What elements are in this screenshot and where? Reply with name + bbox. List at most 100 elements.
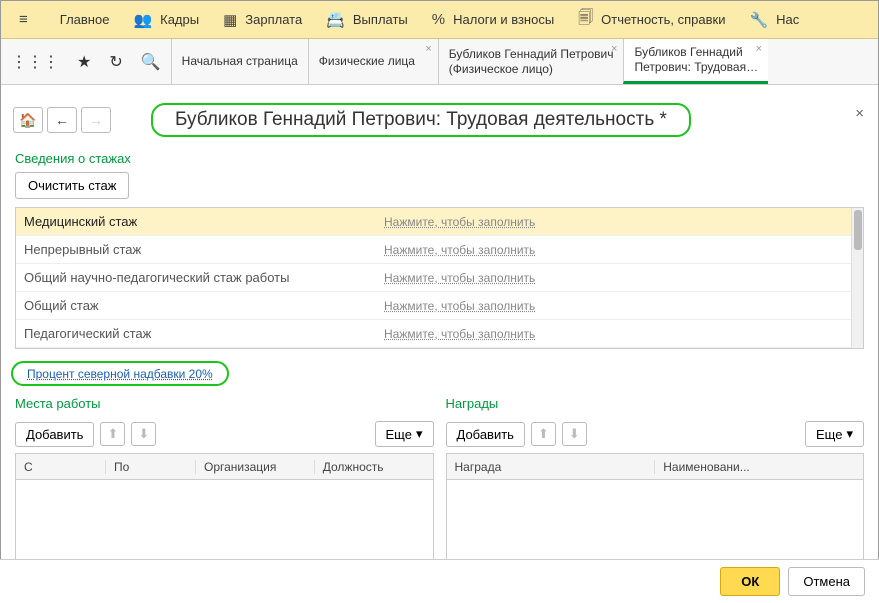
page-title: Бубликов Геннадий Петрович: Трудовая дея… [175, 109, 667, 130]
seniority-row[interactable]: Педагогический стаж Нажмите, чтобы запол… [16, 320, 863, 348]
back-button[interactable]: ← [47, 107, 77, 133]
menu-hr-label: Кадры [160, 12, 199, 27]
ok-button[interactable]: ОК [720, 567, 780, 596]
chevron-down-icon: ▾ [846, 426, 853, 442]
col-to[interactable]: По [106, 460, 196, 474]
seniority-name: Общий научно-педагогический стаж работы [16, 270, 376, 285]
page-title-highlight: Бубликов Геннадий Петрович: Трудовая дея… [151, 103, 691, 137]
seniority-row[interactable]: Общий стаж Нажмите, чтобы заполнить [16, 292, 863, 320]
northern-allowance-link[interactable]: Процент северной надбавки 20% [27, 367, 213, 381]
seniority-name: Непрерывный стаж [16, 242, 376, 257]
menu-main-label: Главное [60, 12, 110, 27]
menu-reports[interactable]: 🗐 Отчетность, справки [566, 1, 737, 39]
close-icon[interactable]: × [425, 43, 431, 55]
seniority-row[interactable]: Медицинский стаж Нажмите, чтобы заполнит… [16, 208, 863, 236]
close-icon[interactable]: × [756, 43, 762, 55]
percent-icon: % [432, 11, 445, 28]
more-label: Еще [816, 427, 842, 442]
close-icon[interactable]: × [611, 43, 617, 55]
seniority-name: Медицинский стаж [16, 214, 376, 229]
tab-sublabel: Петрович: Трудовая… [634, 60, 758, 75]
workplaces-grid[interactable]: С По Организация Должность [15, 453, 434, 563]
move-up-button[interactable]: ⬆ [531, 422, 556, 446]
move-down-button[interactable]: ⬇ [131, 422, 156, 446]
dialog-footer: ОК Отмена [0, 559, 879, 603]
forward-button[interactable]: → [81, 107, 111, 133]
tab-work-activity[interactable]: Бубликов Геннадий Петрович: Трудовая… × [623, 39, 768, 84]
menu-payments[interactable]: 📇 Выплаты [314, 1, 420, 39]
seniority-fill-link[interactable]: Нажмите, чтобы заполнить [376, 243, 863, 257]
tab-label: Физические лица [319, 54, 428, 69]
seniority-row[interactable]: Непрерывный стаж Нажмите, чтобы заполнит… [16, 236, 863, 264]
awards-column: Награды Добавить ⬆ ⬇ Еще ▾ Награда Наиме… [446, 392, 865, 575]
awards-toolbar: Добавить ⬆ ⬇ Еще ▾ [446, 421, 865, 447]
more-button[interactable]: Еще ▾ [375, 421, 434, 447]
tabs-row: ⋮⋮⋮ ★ ↻ 🔍 Начальная страница Физические … [1, 39, 878, 85]
menu-settings[interactable]: 🔧Нас [737, 1, 811, 39]
star-icon[interactable]: ★ [73, 48, 95, 76]
seniority-section-label: Сведения о стажах [1, 147, 878, 172]
tab-person-card[interactable]: Бубликов Геннадий Петрович (Физическое л… [438, 39, 624, 84]
col-from[interactable]: С [16, 460, 106, 474]
menu-reports-label: Отчетность, справки [601, 12, 725, 27]
apps-icon[interactable]: ⋮⋮⋮ [7, 48, 63, 76]
col-position[interactable]: Должность [315, 460, 433, 474]
menu-toggle[interactable]: ≡ [7, 1, 48, 39]
page-header: 🏠 ← → Бубликов Геннадий Петрович: Трудов… [1, 85, 878, 147]
add-award-button[interactable]: Добавить [446, 422, 525, 447]
home-button[interactable]: 🏠 [13, 107, 43, 133]
tab-label: Бубликов Геннадий Петрович [449, 47, 614, 62]
chevron-down-icon: ▾ [416, 426, 423, 442]
wallet-icon: 📇 [326, 11, 345, 29]
tabs-tools: ⋮⋮⋮ ★ ↻ 🔍 [1, 39, 171, 84]
menu-salary-label: Зарплата [245, 12, 302, 27]
hamburger-icon: ≡ [19, 11, 28, 28]
menu-taxes[interactable]: % Налоги и взносы [420, 1, 566, 39]
table-icon: ▦ [223, 11, 237, 29]
document-icon: 🗐 [578, 7, 593, 32]
workplaces-column: Места работы Добавить ⬆ ⬇ Еще ▾ С По Орг… [15, 392, 434, 575]
awards-grid[interactable]: Награда Наименовани... [446, 453, 865, 563]
workplaces-label: Места работы [15, 392, 434, 417]
awards-label: Награды [446, 392, 865, 417]
northern-allowance-wrap: Процент северной надбавки 20% [11, 361, 868, 386]
menu-payments-label: Выплаты [353, 12, 408, 27]
history-icon[interactable]: ↻ [105, 48, 126, 76]
move-up-button[interactable]: ⬆ [100, 422, 125, 446]
seniority-fill-link[interactable]: Нажмите, чтобы заполнить [376, 215, 863, 229]
seniority-fill-link[interactable]: Нажмите, чтобы заполнить [376, 299, 863, 313]
vertical-scrollbar[interactable] [851, 208, 863, 348]
tab-label: Начальная страница [182, 54, 298, 69]
more-label: Еще [386, 427, 412, 442]
add-workplace-button[interactable]: Добавить [15, 422, 94, 447]
move-down-button[interactable]: ⬇ [562, 422, 587, 446]
menu-main[interactable]: Главное [48, 1, 122, 39]
seniority-fill-link[interactable]: Нажмите, чтобы заполнить [376, 327, 863, 341]
seniority-name: Общий стаж [16, 298, 376, 313]
menu-hr[interactable]: 👥 Кадры [121, 1, 211, 39]
grid-header: С По Организация Должность [16, 454, 433, 480]
people-icon: 👥 [133, 11, 152, 29]
menu-taxes-label: Налоги и взносы [453, 12, 554, 27]
seniority-name: Педагогический стаж [16, 326, 376, 341]
two-column-area: Места работы Добавить ⬆ ⬇ Еще ▾ С По Орг… [1, 392, 878, 575]
col-award-name[interactable]: Наименовани... [655, 460, 863, 474]
col-award[interactable]: Награда [447, 460, 656, 474]
close-page-button[interactable]: × [855, 105, 864, 122]
menu-settings-label: Нас [776, 12, 799, 27]
clear-seniority-button[interactable]: Очистить стаж [15, 172, 129, 199]
seniority-fill-link[interactable]: Нажмите, чтобы заполнить [376, 271, 863, 285]
tab-label: Бубликов Геннадий [634, 45, 758, 60]
workplaces-toolbar: Добавить ⬆ ⬇ Еще ▾ [15, 421, 434, 447]
nav-buttons: 🏠 ← → [13, 107, 111, 133]
more-button[interactable]: Еще ▾ [805, 421, 864, 447]
col-org[interactable]: Организация [196, 460, 315, 474]
tab-sublabel: (Физическое лицо) [449, 62, 614, 77]
tab-start-page[interactable]: Начальная страница [171, 39, 308, 84]
search-icon[interactable]: 🔍 [137, 48, 165, 76]
tab-persons[interactable]: Физические лица × [308, 39, 438, 84]
grid-header: Награда Наименовани... [447, 454, 864, 480]
menu-salary[interactable]: ▦ Зарплата [211, 1, 314, 39]
cancel-button[interactable]: Отмена [788, 567, 865, 596]
seniority-row[interactable]: Общий научно-педагогический стаж работы … [16, 264, 863, 292]
